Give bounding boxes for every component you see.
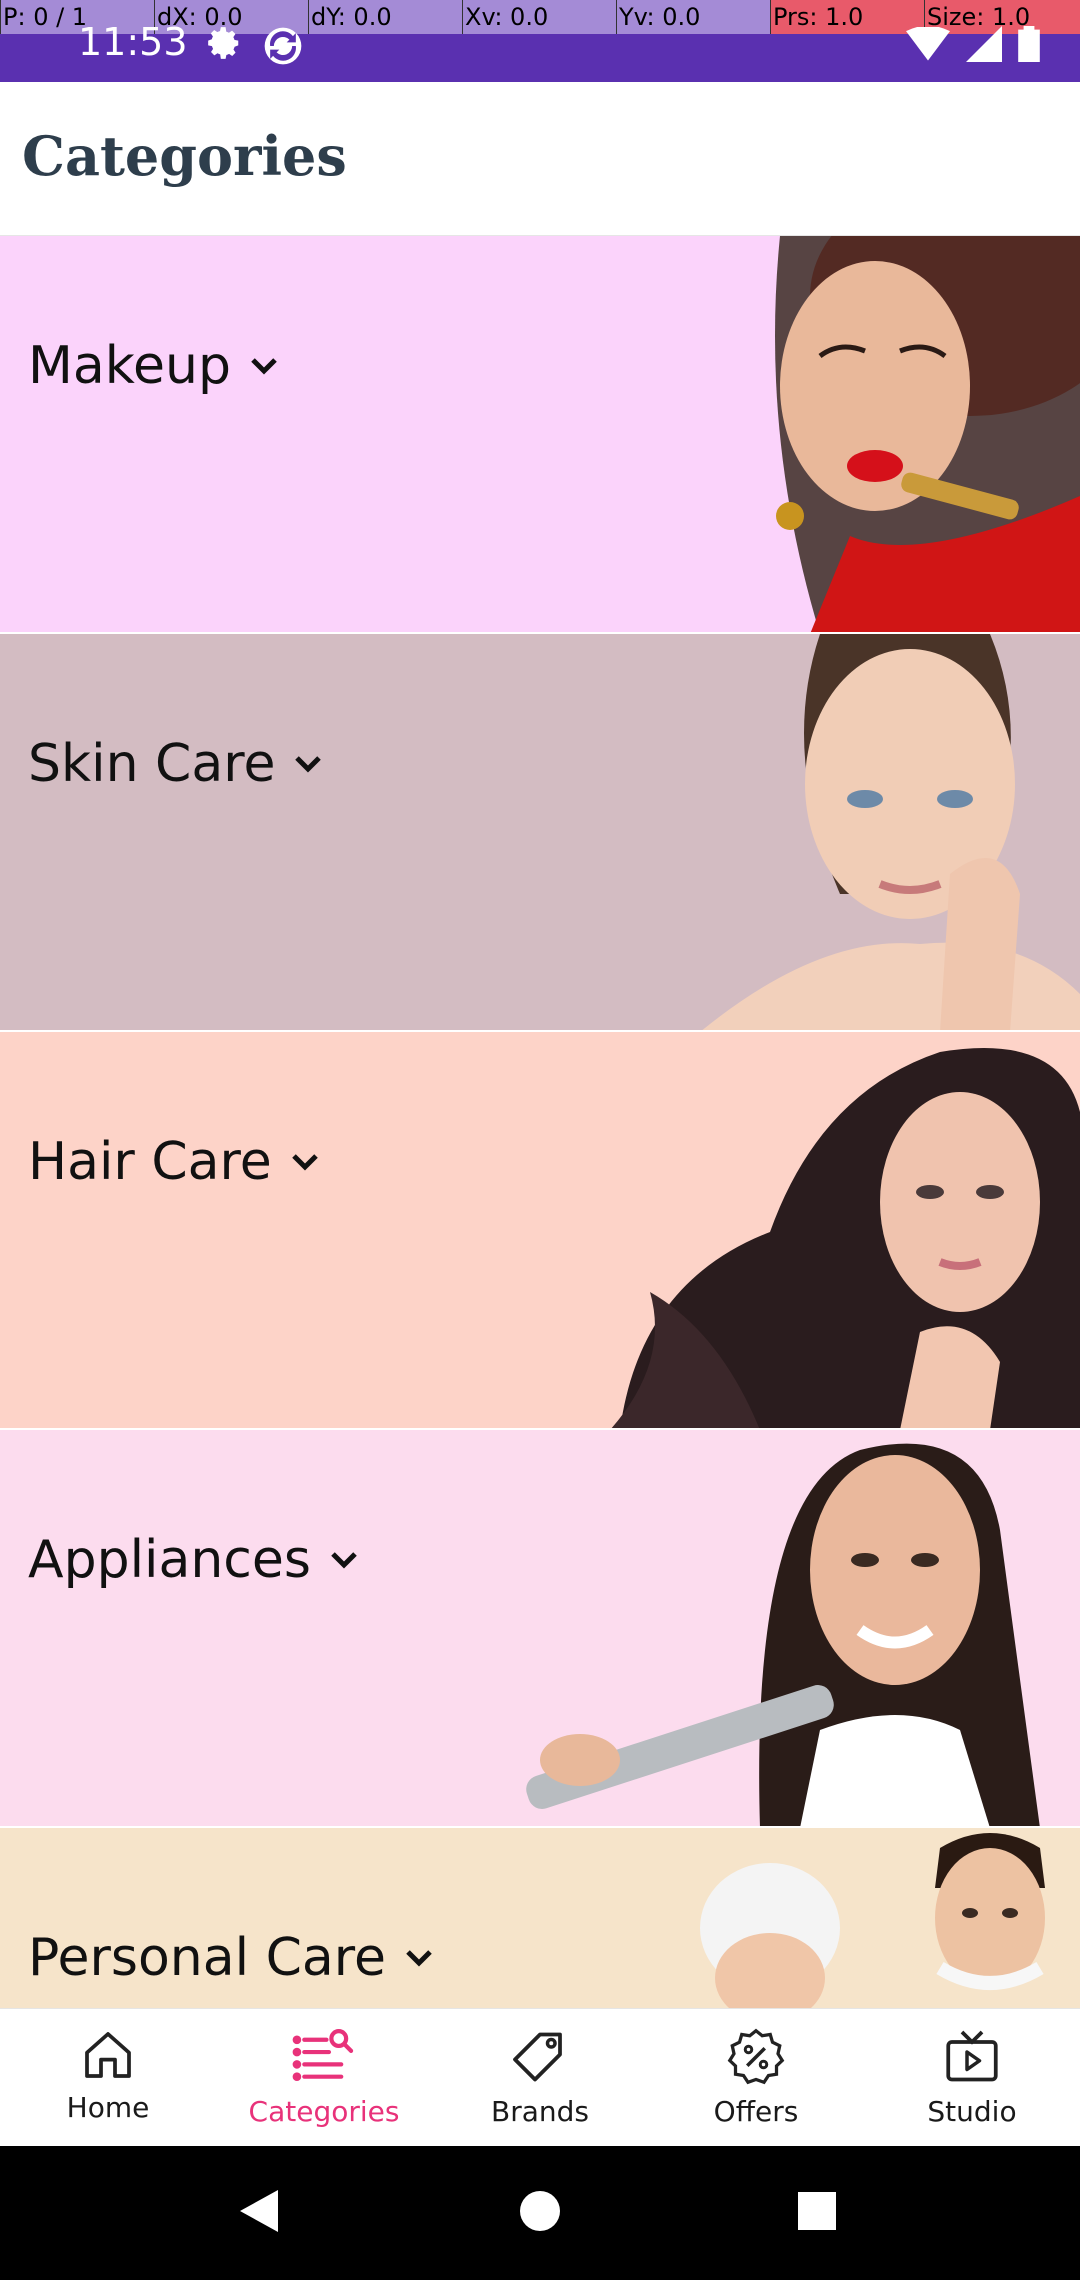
nav-offers-label: Offers [713, 2095, 799, 2128]
percent-badge-icon [727, 2028, 785, 2085]
category-makeup[interactable]: Makeup [0, 236, 1080, 634]
category-label: Hair Care [28, 1132, 272, 1192]
chevron-down-icon [404, 1948, 434, 1968]
nav-offers[interactable]: Offers [648, 2009, 864, 2146]
nav-home-label: Home [66, 2091, 150, 2124]
gear-icon [208, 27, 239, 59]
category-label-row[interactable]: Hair Care [28, 1132, 320, 1192]
tv-play-icon [946, 2030, 998, 2082]
makeup-model-photo [775, 236, 1080, 632]
appliances-model-photo [526, 1443, 1040, 1826]
recents-icon[interactable] [796, 2186, 838, 2236]
app-bar: Categories [0, 82, 1080, 236]
bottom-navigation: Home Categories Brands Offers Studio [0, 2008, 1080, 2146]
chevron-down-icon [293, 754, 323, 774]
categories-icon [292, 2029, 354, 2082]
home-circle-icon[interactable] [518, 2186, 562, 2236]
category-label-row[interactable]: Personal Care [28, 1928, 434, 1988]
category-label: Makeup [28, 336, 231, 396]
tag-icon [513, 2032, 562, 2082]
chevron-down-icon [329, 1550, 359, 1570]
page-title: Categories [22, 124, 347, 188]
nav-home[interactable]: Home [0, 2009, 216, 2146]
battery-icon [1018, 26, 1040, 62]
home-icon [85, 2032, 131, 2078]
nav-categories[interactable]: Categories [216, 2009, 432, 2146]
category-label-row[interactable]: Makeup [28, 336, 279, 396]
status-icons-left [205, 24, 305, 68]
nav-categories-label: Categories [248, 2095, 400, 2128]
category-label-row[interactable]: Skin Care [28, 734, 323, 794]
debug-xv: Xv: 0.0 [462, 0, 616, 34]
status-time: 11:53 [78, 20, 188, 64]
chevron-down-icon [249, 356, 279, 376]
hair-care-model-photo [611, 1048, 1080, 1428]
category-label: Personal Care [28, 1928, 386, 1988]
nav-brands[interactable]: Brands [432, 2009, 648, 2146]
category-list[interactable]: Makeup Skin Care Hair Care Appliances Pe… [0, 236, 1080, 2008]
category-hair-care[interactable]: Hair Care [0, 1032, 1080, 1430]
category-label: Appliances [28, 1530, 311, 1590]
debug-yv: Yv: 0.0 [616, 0, 770, 34]
debug-pressure: Prs: 1.0 [770, 0, 924, 34]
category-skin-care[interactable]: Skin Care [0, 634, 1080, 1032]
back-icon[interactable] [236, 2186, 282, 2236]
category-label-row[interactable]: Appliances [28, 1530, 359, 1590]
skin-care-model-photo [702, 634, 1080, 1030]
sync-icon [264, 27, 302, 65]
nav-studio-label: Studio [927, 2095, 1017, 2128]
status-icons-right [906, 26, 1040, 62]
category-personal-care[interactable]: Personal Care [0, 1828, 1080, 2008]
signal-icon [966, 26, 1002, 62]
category-appliances[interactable]: Appliances [0, 1430, 1080, 1828]
category-label: Skin Care [28, 734, 276, 794]
system-navigation-bar [0, 2146, 1080, 2280]
debug-dy: dY: 0.0 [308, 0, 462, 34]
nav-brands-label: Brands [491, 2095, 589, 2128]
personal-care-models-photo [700, 1833, 1045, 2008]
wifi-icon [906, 27, 950, 61]
chevron-down-icon [290, 1152, 320, 1172]
nav-studio[interactable]: Studio [864, 2009, 1080, 2146]
